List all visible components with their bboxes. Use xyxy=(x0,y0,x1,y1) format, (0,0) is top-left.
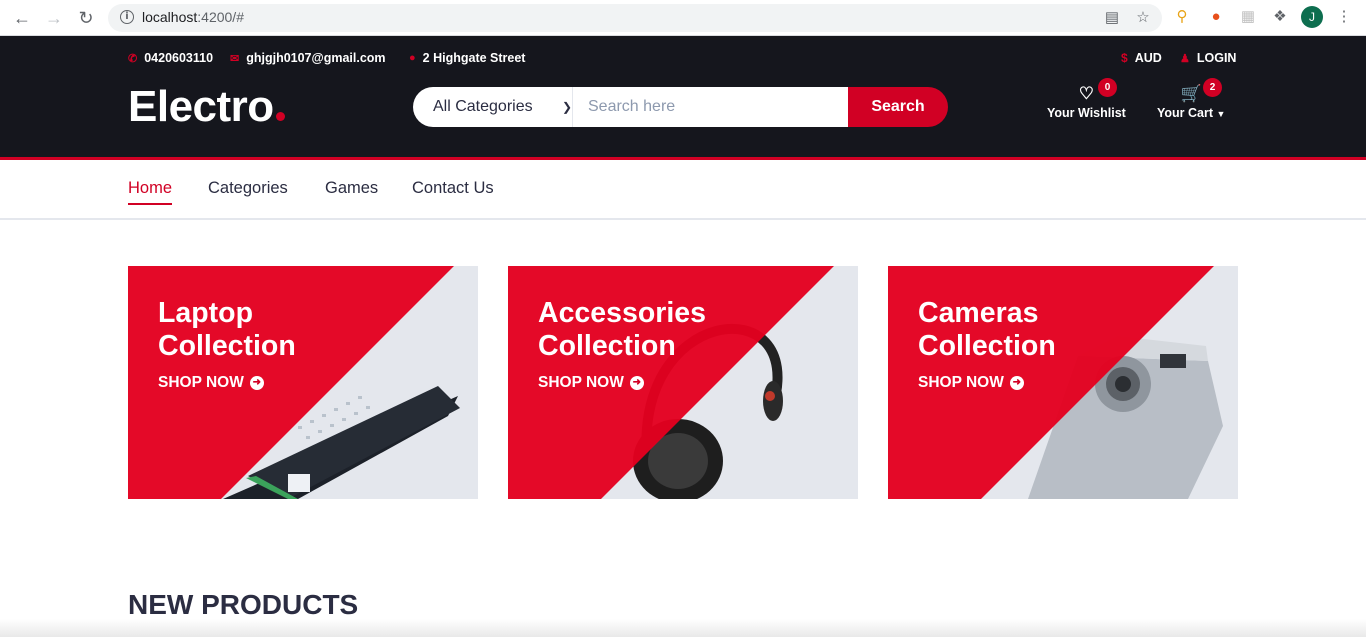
forward-icon[interactable]: → xyxy=(42,6,66,30)
category-select-value: All Categories xyxy=(433,98,533,115)
nav-item-categories[interactable]: Categories xyxy=(208,179,288,203)
nav-item-contact-us[interactable]: Contact Us xyxy=(412,179,494,203)
wishlist-label: Your Wishlist xyxy=(1047,106,1126,120)
header-phone[interactable]: ✆ 0420603110 xyxy=(128,51,213,65)
accessories-collection-title: Accessories Collection xyxy=(538,297,706,362)
accessories-shop-now-link[interactable]: SHOP NOW ➜ xyxy=(538,374,644,392)
browser-menu-icon[interactable]: ⋮ xyxy=(1334,7,1354,27)
page-bottom-fade xyxy=(0,619,1366,637)
cameras-collection-title: Cameras Collection xyxy=(918,297,1056,362)
login-link[interactable]: ♟ LOGIN xyxy=(1180,51,1236,65)
extension-fire-icon[interactable]: ● xyxy=(1206,7,1226,27)
caret-down-icon: ▼ xyxy=(1216,109,1226,119)
profile-avatar[interactable]: J xyxy=(1301,6,1323,28)
envelope-icon: ✉ xyxy=(230,52,240,65)
search-input[interactable] xyxy=(573,87,849,127)
search-button[interactable]: Search xyxy=(848,87,948,127)
new-products-heading: NEW PRODUCTS xyxy=(128,589,359,620)
cameras-shop-now-link[interactable]: SHOP NOW ➜ xyxy=(918,374,1024,392)
email-text: ghjgjh0107@gmail.com xyxy=(246,51,386,65)
site-info-icon[interactable]: i xyxy=(120,10,134,24)
translate-icon[interactable]: ▤ xyxy=(1102,8,1122,28)
dollar-icon: $ xyxy=(1121,51,1128,65)
nav-item-home[interactable]: Home xyxy=(128,179,173,205)
cart-count-badge: 2 xyxy=(1203,78,1222,97)
browser-toolbar: ← → ↻ i localhost:4200/# ▤ ☆ ⚲ ● ▦ ❖ J ⋮ xyxy=(0,0,1366,36)
back-icon[interactable]: ← xyxy=(10,6,34,30)
arrow-circle-right-icon: ➜ xyxy=(629,376,644,390)
user-icon: ♟ xyxy=(1180,52,1190,65)
chevron-down-icon: ❯ xyxy=(561,100,572,114)
currency-selector[interactable]: $ AUD xyxy=(1121,51,1162,65)
header-address[interactable]: ● 2 Highgate Street xyxy=(409,51,525,65)
address-text: 2 Highgate Street xyxy=(422,51,526,65)
category-select[interactable]: All Categories ❯ xyxy=(413,87,573,127)
extension-key-icon[interactable]: ⚲ xyxy=(1172,7,1192,27)
wishlist-count-badge: 0 xyxy=(1098,78,1117,97)
extensions-puzzle-icon[interactable]: ❖ xyxy=(1270,7,1290,27)
logo-dot xyxy=(275,112,285,121)
reload-icon[interactable]: ↻ xyxy=(74,6,98,30)
extension-grid-icon[interactable]: ▦ xyxy=(1238,7,1258,27)
arrow-circle-right-icon: ➜ xyxy=(249,376,264,390)
phone-text: 0420603110 xyxy=(144,51,214,65)
address-bar[interactable]: i localhost:4200/# ▤ ☆ xyxy=(108,4,1162,32)
header-email[interactable]: ✉ ghjgjh0107@gmail.com xyxy=(230,51,386,65)
accessories-collection-card[interactable]: Accessories Collection SHOP NOW ➜ xyxy=(508,266,858,499)
bookmark-star-icon[interactable]: ☆ xyxy=(1133,8,1153,28)
site-logo[interactable]: Electro xyxy=(128,82,285,132)
laptop-shop-now-link[interactable]: SHOP NOW ➜ xyxy=(158,374,264,392)
map-marker-icon: ● xyxy=(409,52,416,64)
currency-text: AUD xyxy=(1134,51,1162,65)
phone-icon: ✆ xyxy=(128,52,138,65)
main-navigation: Home Categories Games Contact Us xyxy=(0,160,1366,220)
cameras-collection-card[interactable]: Cameras Collection SHOP NOW ➜ xyxy=(888,266,1238,499)
address-bar-url[interactable]: localhost:4200/# xyxy=(142,9,244,25)
site-header: ✆ 0420603110 ✉ ghjgjh0107@gmail.com ● 2 … xyxy=(0,36,1366,160)
arrow-circle-right-icon: ➜ xyxy=(1009,376,1024,390)
laptop-collection-card[interactable]: Laptop Collection SHOP NOW ➜ xyxy=(128,266,478,499)
search-form: All Categories ❯ Search xyxy=(413,87,948,127)
cart-link[interactable]: 🛒 2 Your Cart ▼ xyxy=(1157,78,1226,120)
wishlist-link[interactable]: ♡ 0 Your Wishlist xyxy=(1047,78,1126,120)
cart-label: Your Cart xyxy=(1157,106,1214,120)
login-text: LOGIN xyxy=(1196,51,1237,65)
nav-item-games[interactable]: Games xyxy=(325,179,378,203)
laptop-collection-title: Laptop Collection xyxy=(158,297,296,362)
